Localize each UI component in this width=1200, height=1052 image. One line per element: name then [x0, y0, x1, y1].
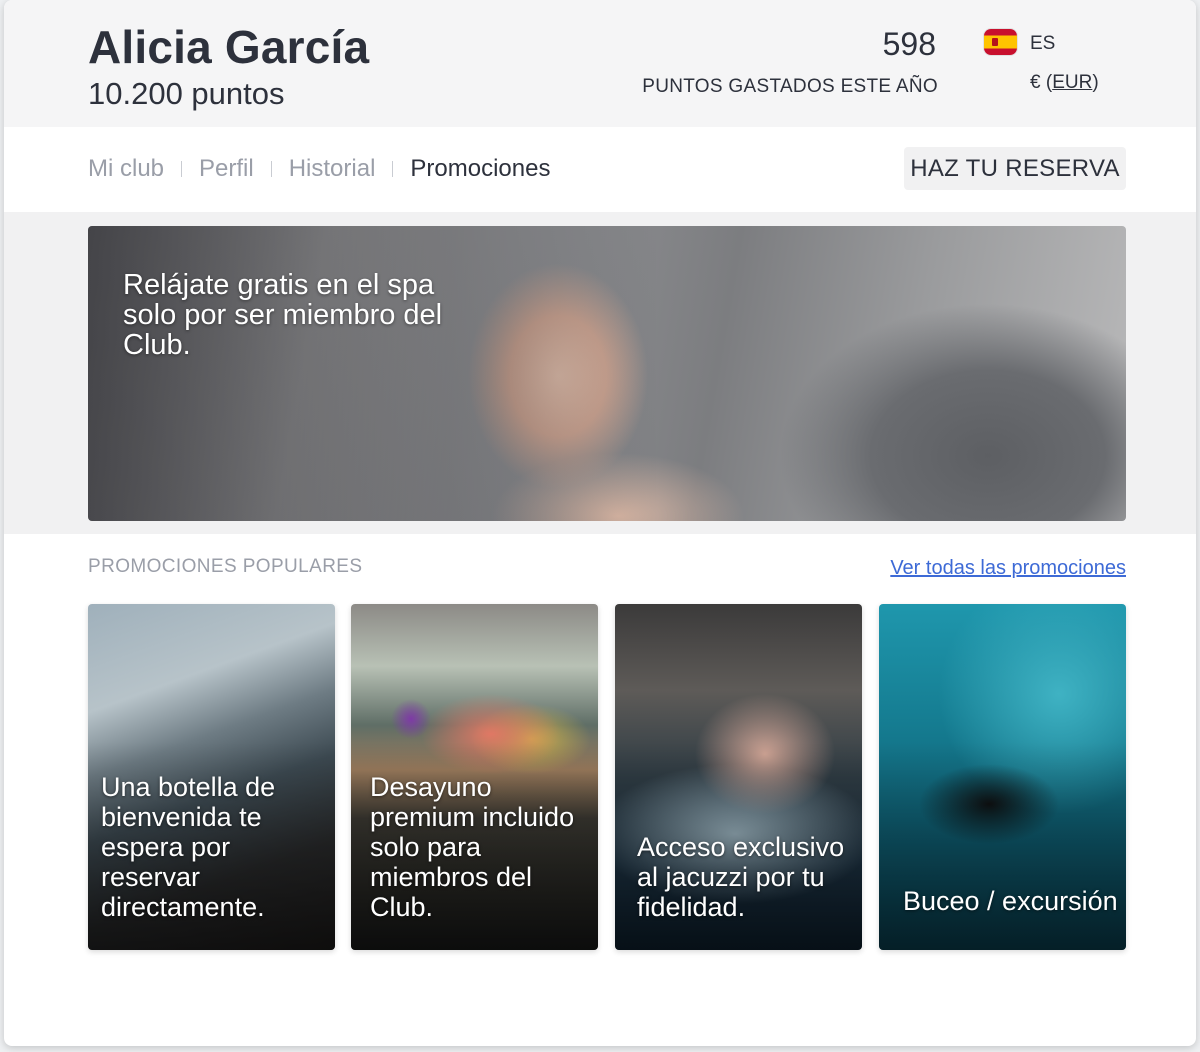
currency-close: ): [1092, 72, 1099, 93]
promotion-card-text: Desayuno premium incluido solo para miem…: [370, 772, 575, 922]
spain-flag-icon[interactable]: [984, 29, 1017, 55]
nav-item-historial[interactable]: Historial: [289, 155, 376, 183]
promotion-card-text: Buceo / excursión: [903, 886, 1118, 916]
main-nav: Mi club Perfil Historial Promociones: [88, 153, 550, 185]
nav-item-promociones[interactable]: Promociones: [410, 155, 550, 183]
hero-text: Relájate gratis en el spa solo por ser m…: [123, 269, 443, 361]
nav-divider: [270, 161, 272, 177]
user-name: Alicia García: [88, 21, 370, 73]
nav-divider: [392, 161, 394, 177]
promotion-card-breakfast[interactable]: Desayuno premium incluido solo para miem…: [351, 604, 598, 950]
promotion-card-diving[interactable]: Buceo / excursión: [879, 604, 1126, 950]
reserve-button[interactable]: HAZ TU RESERVA: [904, 147, 1126, 190]
nav-divider: [181, 161, 183, 177]
user-points: 10.200 puntos: [88, 76, 285, 111]
hero-banner[interactable]: Relájate gratis en el spa solo por ser m…: [88, 226, 1126, 521]
promotion-card-welcome-bottle[interactable]: Una botella de bienvenida te espera por …: [88, 604, 335, 950]
promotion-card-jacuzzi[interactable]: Acceso exclusivo al jacuzzi por tu fidel…: [615, 604, 862, 950]
currency-code[interactable]: EUR: [1052, 72, 1092, 93]
nav-item-mi-club[interactable]: Mi club: [88, 155, 164, 183]
language-selector[interactable]: ES: [1030, 33, 1055, 55]
promotion-cards: Una botella de bienvenida te espera por …: [88, 604, 1126, 950]
points-spent-label: PUNTOS GASTADOS ESTE AÑO: [642, 76, 938, 97]
section-title: PROMOCIONES POPULARES: [88, 556, 363, 577]
promotion-card-text: Acceso exclusivo al jacuzzi por tu fidel…: [637, 832, 845, 922]
currency-selector[interactable]: € (EUR): [1030, 72, 1099, 94]
promotion-card-text: Una botella de bienvenida te espera por …: [101, 772, 276, 922]
currency-symbol: € (: [1030, 72, 1053, 93]
points-spent-value: 598: [882, 26, 936, 62]
view-all-promotions-link[interactable]: Ver todas las promociones: [804, 557, 1126, 580]
nav-item-perfil[interactable]: Perfil: [199, 155, 254, 183]
account-header: Alicia García 10.200 puntos 598 PUNTOS G…: [4, 0, 1196, 127]
app-window: Alicia García 10.200 puntos 598 PUNTOS G…: [4, 0, 1196, 1046]
